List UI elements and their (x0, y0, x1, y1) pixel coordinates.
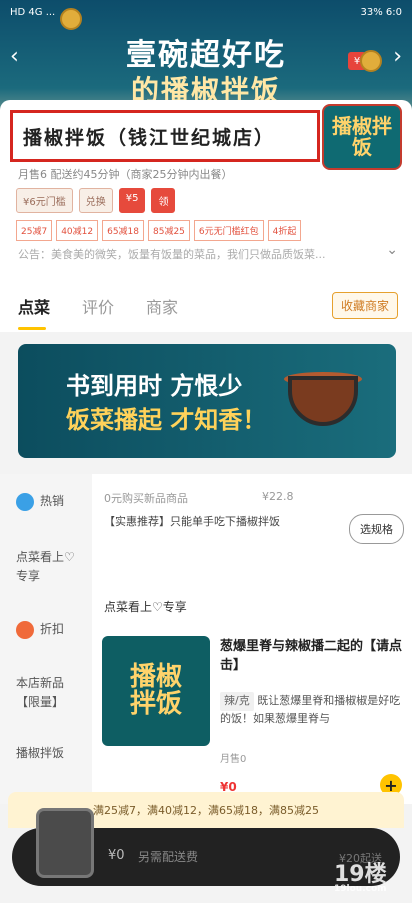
status-right: 33% 6:0 (360, 6, 403, 18)
coupon-chip[interactable]: ¥5 (118, 188, 146, 213)
item-sales: 0元购买新品商品 (104, 492, 188, 505)
favorite-store-button[interactable]: 收藏商家 (331, 292, 398, 319)
watermark-logo: 19楼 19lou.com (334, 856, 404, 894)
chevron-down-icon[interactable]: ⌄ (386, 242, 398, 258)
discount-chip: 85减25 (148, 220, 190, 241)
tab-reviews[interactable]: 评价 (82, 294, 114, 318)
sidebar-item-label: 折扣 (40, 622, 65, 636)
tab-order[interactable]: 点菜 (18, 294, 50, 330)
status-left: HD 4G ... (10, 6, 56, 18)
product-monthly-sales: 月售0 (220, 754, 247, 765)
banner-line1: 书到用时 方恨少 (66, 371, 243, 400)
tab-merchant[interactable]: 商家 (146, 294, 178, 318)
sidebar-item-label: 热销 (40, 494, 65, 508)
coin-decoration (60, 8, 82, 30)
product-title[interactable]: 葱爆里脊与辣椒播二起的【请点击】 (220, 638, 405, 676)
coupon-chip[interactable]: ¥6元门槛 (16, 188, 73, 213)
product-description: 辣/克 既让葱爆里脊和播椒椒是好吃的饭！如果葱爆里脊与 (220, 692, 405, 727)
section-title: 点菜看上♡专享 (104, 600, 187, 614)
product-tag: 辣/克 (220, 692, 254, 711)
store-subinfo: 月售6 配送约45分钟（商家25分钟内出餐） (18, 168, 233, 181)
discount-chip: 4折起 (267, 220, 302, 241)
discount-chip: 40减12 (56, 220, 99, 241)
cart-shipping: 另需配送费 (138, 850, 199, 864)
promo-banner[interactable]: 书到用时 方恨少 饭菜播起 才知香！ (18, 344, 396, 458)
store-logo: 播椒拌饭 (322, 104, 402, 170)
exchange-chip[interactable]: 兑换 (78, 188, 113, 213)
discount-row: 25减7 40减12 65减18 85减25 6元无门槛红包 4折起 (16, 220, 302, 241)
claim-button[interactable]: 领 (151, 188, 176, 213)
product-image[interactable]: 播椒 拌饭 (102, 636, 210, 746)
bowl-image (288, 376, 358, 426)
select-spec-button[interactable]: 选规格 (349, 514, 404, 544)
sidebar-item-discount[interactable]: 折扣 (16, 620, 64, 639)
store-notice[interactable]: 公告：美食美的微笑，饭量有饭量的菜品，我们只做品质饭菜... (18, 246, 378, 262)
header-title: 壹碗超好吃 的播椒拌饭 (0, 38, 412, 108)
discount-icon (16, 620, 34, 639)
category-sidebar: 热销 点菜看上♡专享 折扣 本店新品【限量】 播椒拌饭 (0, 474, 92, 804)
promo-row: ¥6元门槛 兑换 ¥5 领 (16, 188, 176, 213)
sidebar-item-hot[interactable]: 热销 (16, 492, 64, 511)
header-title-line1: 壹碗超好吃 (126, 38, 286, 73)
store-name-highlight: 播椒拌饭（钱江世纪城店） (10, 110, 320, 162)
discount-chip: 25减7 (16, 220, 53, 241)
item-price: ¥22.8 (262, 490, 294, 503)
sidebar-item-rice[interactable]: 播椒拌饭 (16, 744, 64, 761)
store-name: 播椒拌饭（钱江世纪城店） (23, 126, 276, 149)
watermark-site: 19lou.com (334, 884, 387, 894)
sidebar-item-new[interactable]: 本店新品【限量】 (16, 674, 82, 712)
sidebar-item-exclusive[interactable]: 点菜看上♡专享 (16, 548, 82, 586)
discount-chip: 65减18 (102, 220, 144, 241)
cart-amount: ¥0 (108, 848, 125, 863)
item-description: 【实惠推荐】只能单手吃下播椒拌饭 (104, 515, 280, 528)
redpacket-chip: 6元无门槛红包 (193, 220, 264, 241)
menu-list: 0元购买新品商品 ¥22.8 【实惠推荐】只能单手吃下播椒拌饭 选规格 点菜看上… (92, 474, 412, 804)
cart-icon[interactable] (36, 808, 94, 878)
hot-icon (16, 492, 34, 511)
banner-line2: 饭菜播起 才知香！ (66, 405, 267, 434)
